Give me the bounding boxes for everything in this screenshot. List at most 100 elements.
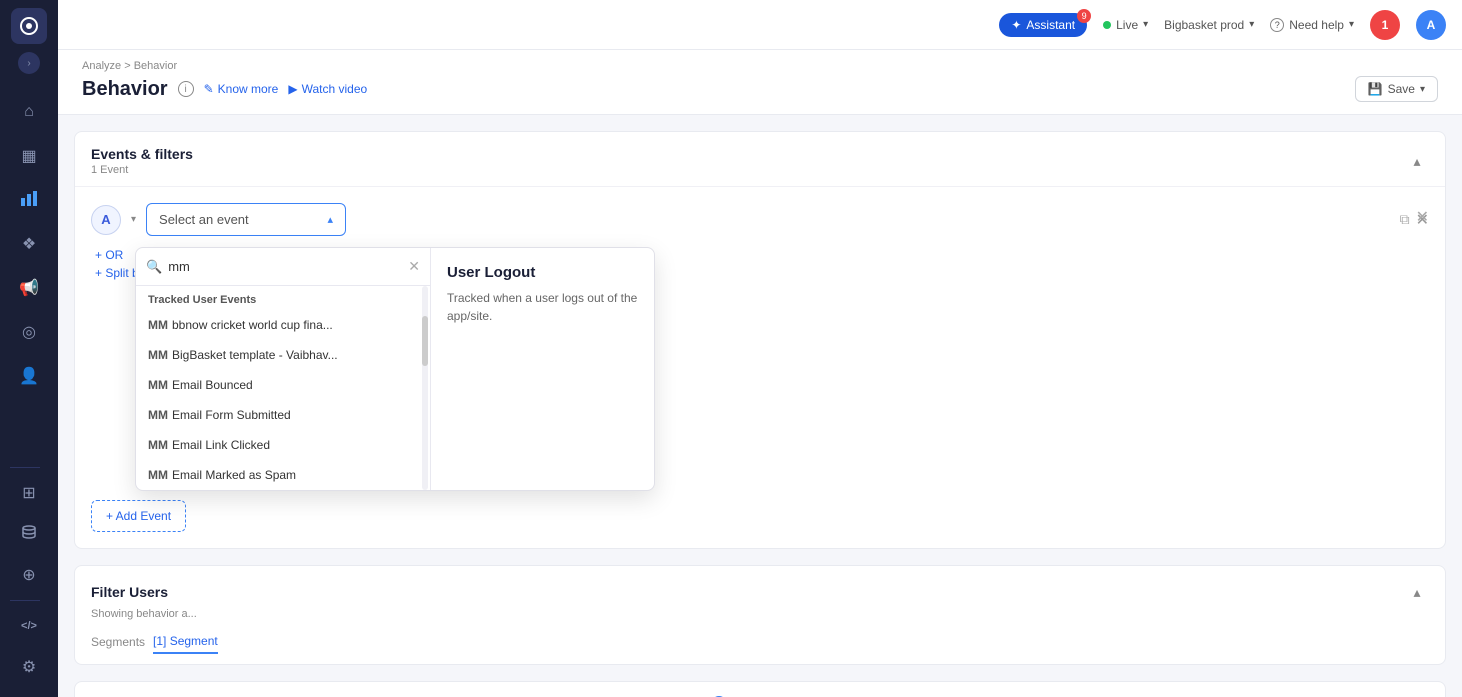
watch-video-label: Watch video [302,82,368,96]
live-dot [1103,21,1111,29]
main-content: ✦ Assistant 9 Live ▾ Bigbasket prod ▾ ? … [58,0,1462,697]
know-more-link[interactable]: ✎ Know more [204,82,279,96]
assistant-label: Assistant [1026,18,1075,32]
top-navigation: ✦ Assistant 9 Live ▾ Bigbasket prod ▾ ? … [58,0,1462,50]
scrollbar-thumb [422,316,428,366]
info-icon[interactable]: i [178,81,194,97]
sidebar-item-behavior[interactable] [10,181,48,219]
filter-title-area: Filter Users [91,584,168,600]
sidebar-item-puzzles[interactable]: ❖ [10,225,48,263]
loading-filters-bar: Loading filters [74,681,1446,697]
dropdown-item-4[interactable]: MM Email Link Clicked [136,430,430,460]
dropdown-search-input[interactable] [168,259,402,274]
workspace-chevron: ▾ [1249,19,1254,30]
plus-icon: ✦ [1011,18,1021,32]
help-menu[interactable]: ? Need help ▾ [1270,18,1354,32]
grid-icon: ▦ [21,146,36,166]
select-event-chevron: ▴ [328,213,334,226]
breadcrumb-parent[interactable]: Analyze [82,60,121,72]
layers-icon: ⊞ [22,483,35,503]
code-icon: </> [21,620,37,632]
save-button[interactable]: 💾 Save ▾ [1355,76,1438,102]
select-event-dropdown[interactable]: Select an event ▴ [146,203,346,236]
tracked-events-label: Tracked User Events [136,286,430,310]
item-text-5: Email Marked as Spam [172,468,296,482]
notif-count: 1 [1382,18,1389,32]
assistant-button[interactable]: ✦ Assistant 9 [999,13,1087,37]
add-event-label: + Add Event [106,509,171,523]
event-type-arrow[interactable]: ▾ [131,214,136,225]
events-section-title: Events & filters [91,146,193,162]
filter-chevron-up-icon: ▴ [1413,584,1420,601]
sidebar-item-database[interactable] [10,515,48,553]
sidebar-item-expand[interactable]: ⊕ [10,556,48,594]
item-text-1: BigBasket template - Vaibhav... [172,348,338,362]
item-text-3: Email Form Submitted [172,408,291,422]
dropdown-item-0[interactable]: MM bbnow cricket world cup fina... [136,310,430,340]
user-avatar[interactable]: A [1416,10,1446,40]
add-event-button[interactable]: + Add Event [91,500,186,532]
workspace-selector[interactable]: Bigbasket prod ▾ [1164,18,1254,32]
filter-users-section: Filter Users ▴ Showing behavior a... Seg… [74,565,1446,665]
sidebar-item-settings[interactable]: ⚙ [10,648,48,686]
assistant-badge: 9 [1077,9,1091,23]
help-icon: ? [1270,18,1284,32]
settings-icon: ⚙ [22,657,36,677]
live-label: Live [1116,18,1138,32]
dropdown-right-panel: User Logout Tracked when a user logs out… [431,248,654,490]
filter-subtitle: Showing behavior a... [75,608,1445,630]
sidebar-item-home[interactable]: ⌂ [10,93,48,131]
item-prefix-4: MM [148,438,168,452]
sidebar-expand-btn[interactable]: › [18,52,40,74]
outer-close-icon[interactable]: ✕ [1416,207,1429,227]
sidebar-item-users[interactable]: 👤 [10,357,48,395]
events-section-subtitle: 1 Event [91,164,193,176]
select-event-placeholder: Select an event [159,212,249,227]
sidebar-logo[interactable] [11,8,47,44]
help-label: Need help [1289,18,1344,32]
live-status[interactable]: Live ▾ [1103,18,1148,32]
item-prefix-0: MM [148,318,168,332]
page-content-area: Analyze > Behavior Behavior i ✎ Know mor… [58,50,1462,697]
sidebar-item-code[interactable]: </> [10,607,48,645]
filter-title: Filter Users [91,584,168,600]
user-initial: A [1427,18,1436,32]
bar-chart-icon [20,189,38,212]
events-collapse-btn[interactable]: ▴ [1405,149,1429,173]
segments-label: Segments [91,635,145,649]
events-section-title-area: Events & filters 1 Event [91,146,193,176]
save-chevron: ▾ [1420,84,1425,95]
sidebar-item-layers[interactable]: ⊞ [10,474,48,512]
event-area: A ▾ Select an event ▴ ⧉ ✕ ✕ [75,187,1445,548]
sidebar: › ⌂ ▦ ❖ 📢 ◎ 👤 ⊞ [0,0,58,697]
edit-icon: ✎ [204,82,214,96]
dropdown-item-5[interactable]: MM Email Marked as Spam [136,460,430,490]
item-text-0: bbnow cricket world cup fina... [172,318,333,332]
sidebar-item-campaigns[interactable]: 📢 [10,269,48,307]
chevron-right-icon: › [27,58,30,69]
help-chevron: ▾ [1349,19,1354,30]
play-icon: ▶ [288,82,297,96]
expand-icon: ⊕ [22,565,35,585]
know-more-label: Know more [218,82,279,96]
item-prefix-2: MM [148,378,168,392]
page-header: Analyze > Behavior Behavior i ✎ Know mor… [58,50,1462,115]
segment-tab-1[interactable]: [1] Segment [153,630,218,654]
circle-dot-icon: ◎ [22,322,36,342]
filter-collapse-btn[interactable]: ▴ [1405,580,1429,604]
dropdown-scrollbar [422,286,428,490]
dropdown-item-1[interactable]: MM BigBasket template - Vaibhav... [136,340,430,370]
breadcrumb: Analyze > Behavior [82,60,1438,72]
sidebar-item-circle[interactable]: ◎ [10,313,48,351]
clear-search-icon[interactable]: ✕ [408,258,420,275]
right-panel-desc: Tracked when a user logs out of the app/… [447,289,638,325]
sidebar-divider [10,467,40,468]
sidebar-divider-2 [10,600,40,601]
watch-video-link[interactable]: ▶ Watch video [288,82,367,96]
sidebar-item-analytics[interactable]: ▦ [10,137,48,175]
dropdown-item-3[interactable]: MM Email Form Submitted [136,400,430,430]
dropdown-item-2[interactable]: MM Email Bounced [136,370,430,400]
notifications-button[interactable]: 1 [1370,10,1400,40]
item-prefix-5: MM [148,468,168,482]
copy-row-icon[interactable]: ⧉ [1400,211,1410,228]
